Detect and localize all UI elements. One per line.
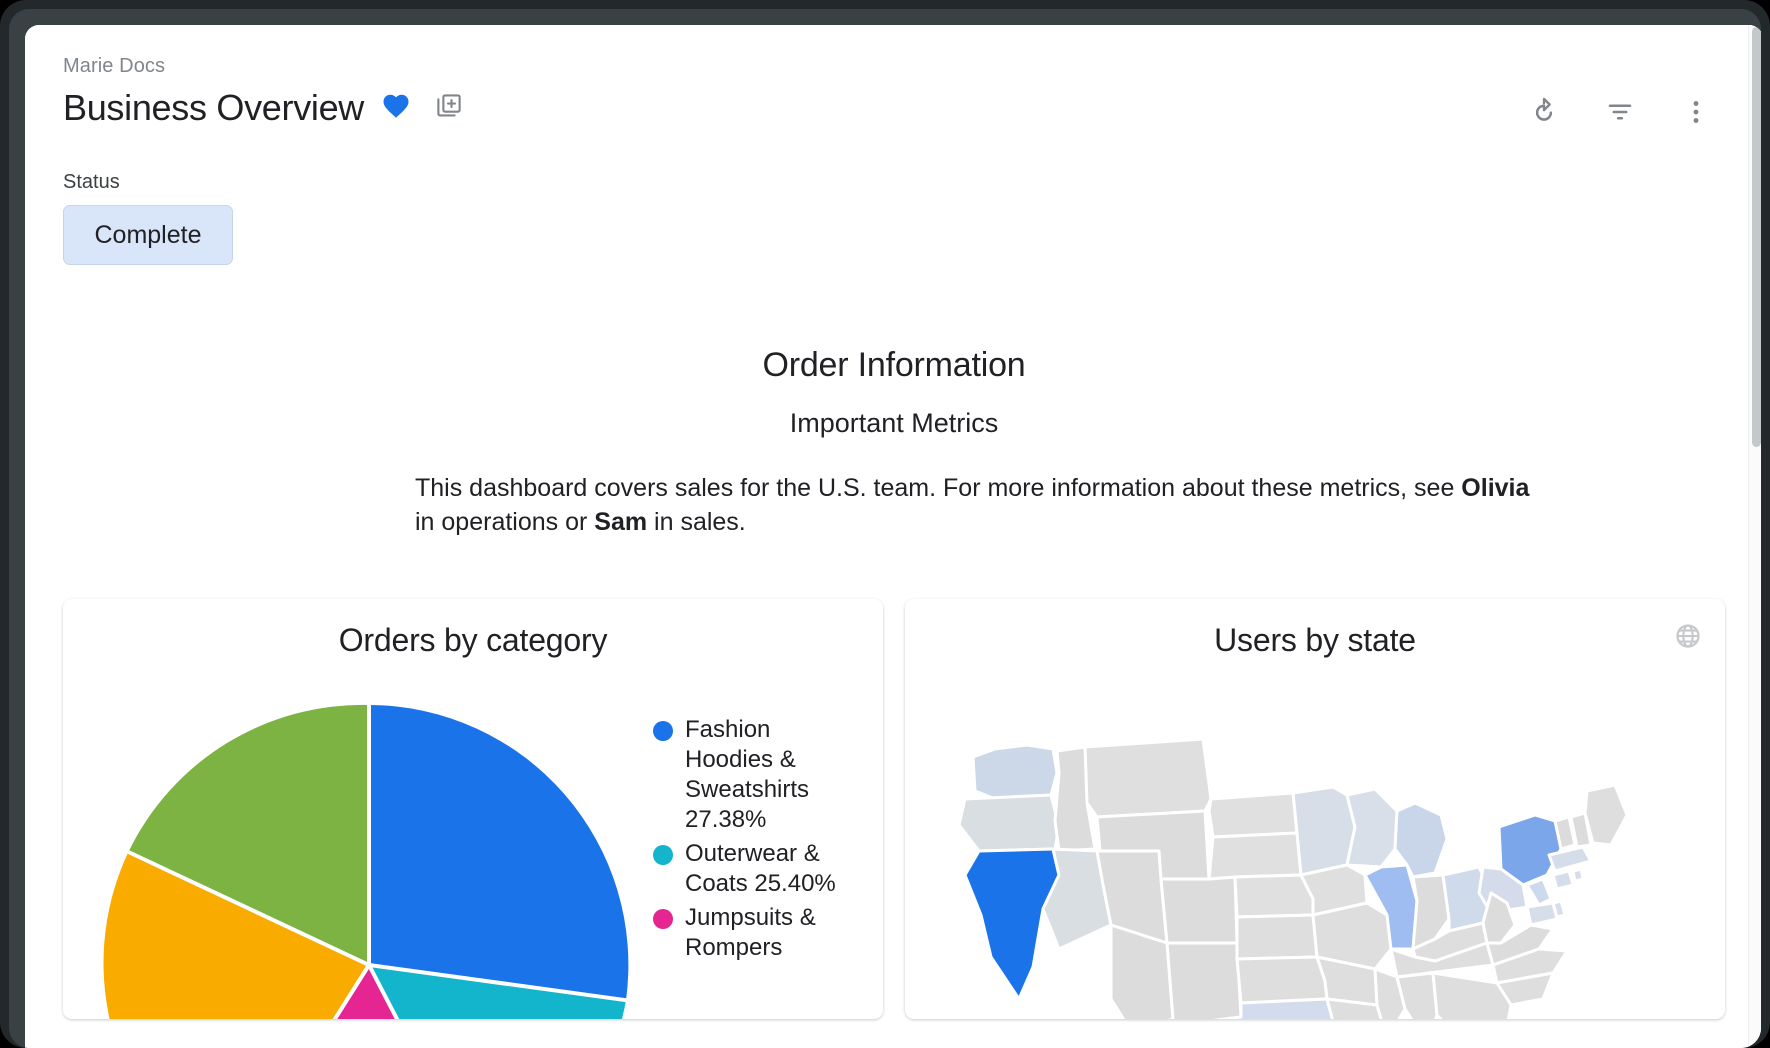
vertical-scrollbar-track[interactable] (1748, 25, 1761, 1048)
title-row: Business Overview (63, 85, 1723, 131)
legend-swatch-jumpsuits (653, 909, 673, 929)
filter-icon[interactable] (1605, 97, 1635, 127)
pie-chart[interactable] (99, 695, 639, 1019)
tile-orders-by-category[interactable]: Orders by category (63, 599, 883, 1019)
state-northdakota (1209, 793, 1297, 837)
state-wisconsin (1347, 789, 1397, 867)
section-body: This dashboard covers sales for the U.S.… (249, 471, 1539, 539)
state-california (965, 849, 1059, 999)
dashboard-header: Marie Docs Business Overview (25, 25, 1761, 155)
header-actions (1529, 97, 1711, 127)
state-rhodeisland (1573, 869, 1583, 881)
state-southdakota (1209, 833, 1301, 879)
section-text-block: Order Information Important Metrics This… (25, 343, 1761, 539)
legend-swatch-outerwear (653, 845, 673, 865)
state-oklahoma (1237, 957, 1327, 1003)
state-kansas (1237, 915, 1317, 959)
state-minnesota (1293, 787, 1355, 875)
filter-area: Status Complete (25, 169, 1761, 265)
state-delaware (1553, 901, 1565, 917)
tiles-row: Orders by category (25, 599, 1761, 1019)
page-title: Business Overview (63, 85, 364, 131)
legend-label-fashion-hoodies: Fashion Hoodies & Sweatshirts 27.38% (685, 715, 863, 835)
state-nebraska (1235, 875, 1313, 917)
section-body-part3: in sales. (647, 508, 746, 536)
refresh-icon[interactable] (1529, 97, 1559, 127)
tile-title-orders-by-category: Orders by category (63, 599, 883, 661)
dashboard-page: Marie Docs Business Overview (25, 25, 1761, 1048)
vertical-scrollbar-thumb[interactable] (1752, 27, 1761, 447)
section-body-part2: in operations or (415, 508, 594, 536)
section-body-bold1: Olivia (1461, 474, 1529, 502)
window-bezel: Marie Docs Business Overview (9, 9, 1761, 1048)
us-map-area (905, 699, 1725, 1019)
window-frame: Marie Docs Business Overview (0, 0, 1770, 1048)
legend-label-jumpsuits: Jumpsuits & Rompers (685, 903, 863, 963)
state-washington (973, 745, 1057, 799)
state-montana (1085, 739, 1211, 817)
more-options-icon[interactable] (1681, 97, 1711, 127)
us-choropleth-map[interactable] (935, 699, 1695, 1019)
legend-item[interactable]: Jumpsuits & Rompers (653, 903, 863, 963)
status-filter-chip[interactable]: Complete (63, 205, 233, 265)
state-colorado (1161, 877, 1237, 943)
globe-icon[interactable] (1673, 621, 1703, 651)
state-oregon (959, 795, 1059, 851)
section-body-part1: This dashboard covers sales for the U.S.… (415, 474, 1461, 502)
legend-label-outerwear: Outerwear & Coats 25.40% (685, 839, 863, 899)
section-body-bold2: Sam (594, 508, 647, 536)
section-title: Order Information (63, 343, 1725, 387)
tile-users-by-state[interactable]: Users by state (905, 599, 1725, 1019)
status-filter-label: Status (63, 169, 1725, 195)
add-to-collection-icon[interactable] (434, 91, 464, 126)
state-maine (1585, 785, 1627, 845)
tile-title-users-by-state: Users by state (905, 599, 1725, 661)
breadcrumb[interactable]: Marie Docs (63, 53, 1723, 79)
pie-slice-fashion-hoodies (369, 705, 628, 1000)
state-newjersey (1527, 879, 1551, 905)
section-subtitle: Important Metrics (63, 405, 1725, 441)
state-newmexico (1167, 943, 1241, 1019)
state-connecticut (1553, 871, 1573, 889)
legend-item[interactable]: Outerwear & Coats 25.40% (653, 839, 863, 899)
legend-item[interactable]: Fashion Hoodies & Sweatshirts 27.38% (653, 715, 863, 835)
pie-chart-area: Fashion Hoodies & Sweatshirts 27.38% Out… (63, 695, 883, 1019)
heart-icon[interactable] (381, 91, 411, 126)
pie-legend: Fashion Hoodies & Sweatshirts 27.38% Out… (653, 715, 863, 967)
legend-swatch-fashion-hoodies (653, 721, 673, 741)
app-viewport: Marie Docs Business Overview (25, 25, 1761, 1048)
